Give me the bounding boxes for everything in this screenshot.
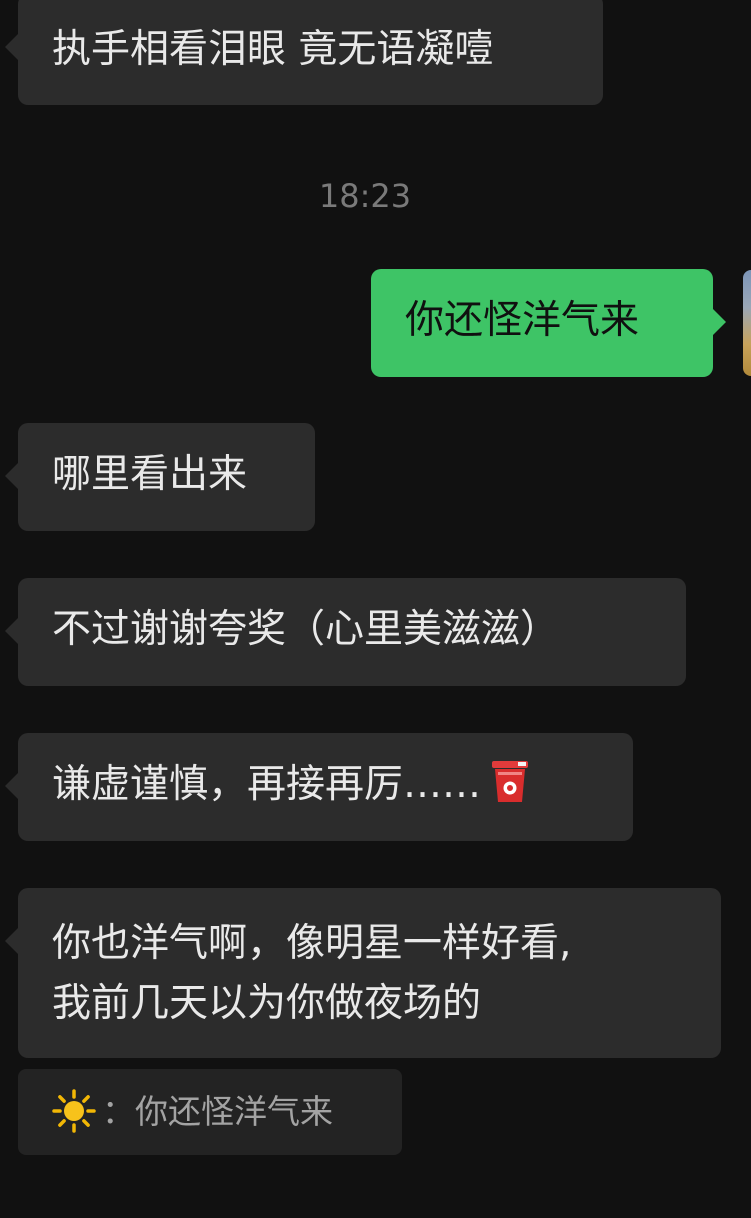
- message-text: 谦虚谨慎，再接再厉……: [52, 762, 482, 807]
- message-bubble-incoming[interactable]: 哪里看出来: [5, 423, 315, 531]
- quoted-reply[interactable]: ：你还怪洋气来: [18, 1069, 402, 1155]
- message-timestamp: 18:23: [318, 177, 412, 215]
- message-text: 不过谢谢夸奖（心里美滋滋）: [52, 607, 560, 652]
- red-cup-emoji-icon: [492, 761, 529, 802]
- message-bubble-incoming[interactable]: 不过谢谢夸奖（心里美滋滋）: [5, 578, 686, 686]
- message-text: 哪里看出来: [52, 452, 248, 497]
- message-bubble-incoming[interactable]: 执手相看泪眼 竟无语凝噎: [5, 0, 603, 105]
- message-text-line: 我前几天以为你做夜场的: [52, 981, 482, 1026]
- message-bubble-outgoing[interactable]: 你还怪洋气来: [371, 269, 726, 377]
- sun-emoji-icon: [52, 1089, 96, 1133]
- message-bubble-incoming[interactable]: 你也洋气啊，像明星一样好看, 我前几天以为你做夜场的: [5, 888, 721, 1058]
- user-avatar[interactable]: [743, 270, 751, 376]
- quote-text: 你还怪洋气来: [135, 1092, 333, 1131]
- message-bubble-incoming[interactable]: 谦虚谨慎，再接再厉……: [5, 733, 633, 841]
- quote-separator: ：: [102, 1092, 135, 1131]
- message-text: 你还怪洋气来: [405, 298, 640, 343]
- message-text: 执手相看泪眼 竟无语凝噎: [52, 27, 494, 72]
- message-text-line: 你也洋气啊，像明星一样好看,: [52, 921, 572, 966]
